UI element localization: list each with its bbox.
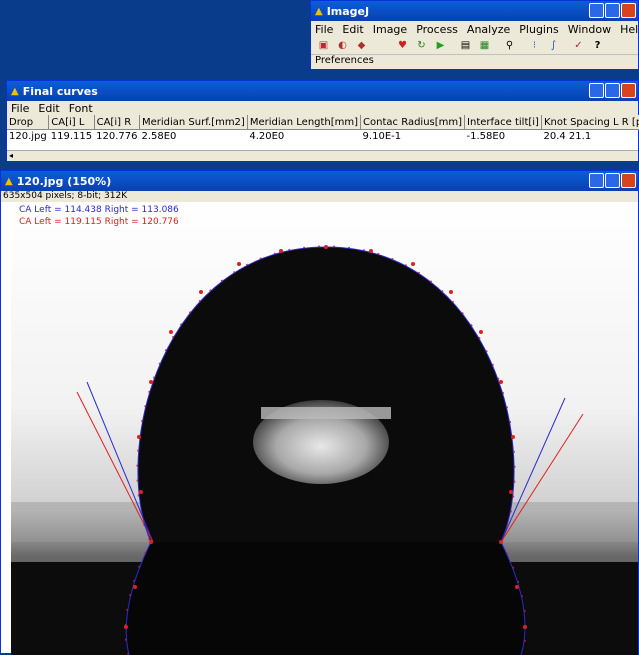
column-header[interactable]: Contac Radius[mm] [360, 115, 466, 130]
minimize-button[interactable] [589, 83, 604, 98]
close-button[interactable] [621, 83, 636, 98]
column-header[interactable]: Meridian Length[mm] [247, 115, 362, 130]
image-info: 635x504 pixels; 8-bit; 312K [1, 191, 638, 202]
maximize-button[interactable] [605, 83, 620, 98]
maximize-button[interactable] [605, 173, 620, 188]
image-app-icon: ▲ [5, 175, 13, 187]
table-cell: 120.776 [96, 131, 138, 142]
droplet-image [11, 202, 638, 655]
heart-icon[interactable]: ♥ [394, 38, 411, 53]
scroll-left-icon[interactable]: ◂ [9, 151, 13, 160]
imagej-app-icon: ▲ [315, 5, 323, 17]
list-icon[interactable]: ⁝ [526, 38, 543, 53]
menu-font[interactable]: Font [69, 102, 93, 115]
rect-tool-icon[interactable]: ▣ [315, 38, 332, 53]
table-cell: 20.4 21.1 [543, 131, 592, 142]
imagej-titlebar[interactable]: ▲ ImageJ [311, 1, 638, 21]
menu-edit[interactable]: Edit [38, 102, 59, 115]
table-cell: 119.115 [50, 131, 93, 142]
curve-icon[interactable]: ∫ [545, 38, 562, 53]
image-titlebar[interactable]: ▲ 120.jpg (150%) [1, 171, 638, 191]
table-cell: 4.20E0 [249, 131, 285, 142]
check-icon[interactable]: ✓ [570, 38, 587, 53]
column-header[interactable]: CA[i] R [94, 115, 140, 130]
menu-file[interactable]: File [11, 102, 29, 115]
column-header[interactable]: CA[i] L [48, 115, 95, 130]
imagej-window: ▲ ImageJ File Edit Image Process Analyze… [310, 0, 639, 70]
imagej-menubar: File Edit Image Process Analyze Plugins … [311, 21, 639, 37]
table-row[interactable]: 120.jpg 119.115 120.776 2.58E0 4.20E0 9.… [7, 130, 639, 144]
table-cell: 120.jpg [9, 131, 47, 142]
column-header[interactable]: Interface tilt[i] [464, 115, 542, 130]
table-icon[interactable]: ▦ [476, 38, 493, 53]
final-curves-menubar: File Edit Font [7, 101, 638, 115]
minimize-button[interactable] [589, 173, 604, 188]
minimize-button[interactable] [589, 3, 604, 18]
table-cell: 2.58E0 [141, 131, 177, 142]
image-window: ▲ 120.jpg (150%) 635x504 pixels; 8-bit; … [0, 170, 639, 655]
menu-help[interactable]: Help [620, 23, 639, 36]
column-header[interactable]: Meridian Surf.[mm2] [139, 115, 248, 130]
maximize-button[interactable] [605, 3, 620, 18]
menu-file[interactable]: File [315, 23, 333, 36]
contact-angle-red: CA Left = 119.115 Right = 120.776 [19, 217, 179, 227]
refresh-icon[interactable]: ↻ [413, 38, 430, 53]
table-cell: -1.58E0 [466, 131, 506, 142]
image-canvas[interactable]: CA Left = 114.438 Right = 113.086 CA Lef… [11, 202, 638, 655]
final-curves-titlebar[interactable]: ▲ Final curves [7, 81, 638, 101]
imagej-status: Preferences [311, 54, 638, 69]
menu-image[interactable]: Image [373, 23, 407, 36]
help-icon[interactable]: ? [589, 38, 606, 53]
table-header-row: Drop CA[i] L CA[i] R Meridian Surf.[mm2]… [7, 115, 639, 130]
imagej-toolbar: ▣ ◐ ◆ ♥ ↻ ▶ ▤ ▦ ⚲ ⁝ ∫ ✓ ? [311, 37, 638, 54]
play-icon[interactable]: ▶ [432, 38, 449, 53]
column-header[interactable]: Drop [7, 115, 50, 130]
horizontal-scrollbar[interactable]: ◂ [7, 150, 638, 161]
close-button[interactable] [621, 3, 636, 18]
menu-plugins[interactable]: Plugins [519, 23, 558, 36]
final-curves-window: ▲ Final curves File Edit Font Drop CA[i]… [6, 80, 639, 162]
table-cell: 9.10E-1 [362, 131, 402, 142]
contact-angle-blue: CA Left = 114.438 Right = 113.086 [19, 205, 179, 215]
image-title: 120.jpg (150%) [16, 174, 112, 188]
menu-edit[interactable]: Edit [342, 23, 363, 36]
oval-tool-icon[interactable]: ◐ [334, 38, 351, 53]
results-app-icon: ▲ [11, 85, 19, 97]
menu-window[interactable]: Window [568, 23, 611, 36]
menu-process[interactable]: Process [416, 23, 458, 36]
zoom-icon[interactable]: ⚲ [501, 38, 518, 53]
document-icon[interactable]: ▤ [457, 38, 474, 53]
polygon-tool-icon[interactable]: ◆ [353, 38, 370, 53]
results-table: Drop CA[i] L CA[i] R Meridian Surf.[mm2]… [7, 115, 639, 143]
final-curves-title: Final curves [22, 84, 98, 98]
column-header[interactable]: Knot Spacing L R [pix] [541, 115, 639, 130]
imagej-title: ImageJ [326, 4, 370, 18]
close-button[interactable] [621, 173, 636, 188]
menu-analyze[interactable]: Analyze [467, 23, 510, 36]
